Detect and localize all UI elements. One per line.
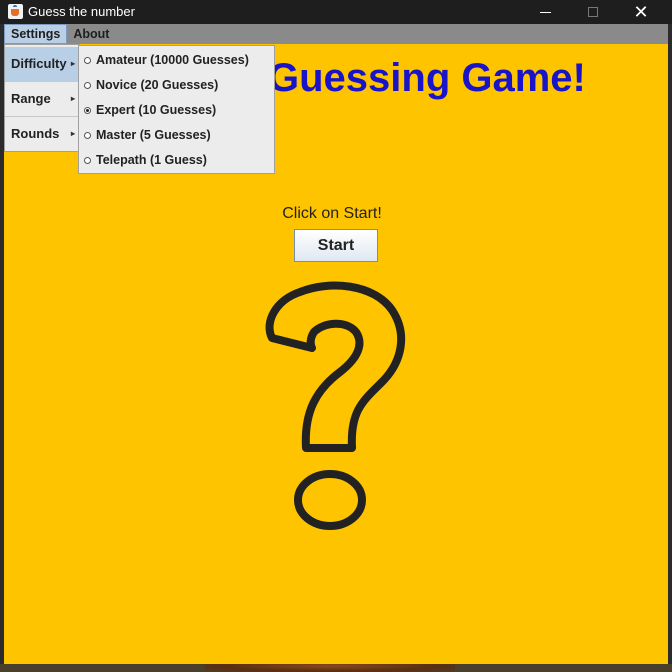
difficulty-option-amateur[interactable]: Amateur (10000 Guesses)	[79, 48, 274, 73]
submenu-arrow-icon: ▸	[70, 129, 75, 138]
window-title: Guess the number	[28, 4, 135, 19]
minimize-icon	[539, 11, 551, 13]
difficulty-option-telepath[interactable]: Telepath (1 Guess)	[79, 148, 274, 173]
difficulty-option-label: Novice (20 Guesses)	[96, 78, 219, 92]
settings-item-rounds[interactable]: Rounds ▸	[5, 117, 79, 151]
radio-selected-icon	[84, 107, 91, 114]
difficulty-option-label: Telepath (1 Guess)	[96, 153, 207, 167]
java-app-icon	[8, 4, 23, 19]
menu-bar: Settings About	[4, 24, 668, 44]
close-button[interactable]: ✕	[618, 0, 664, 24]
radio-icon	[84, 82, 91, 89]
settings-item-difficulty[interactable]: Difficulty ▸	[5, 47, 79, 81]
title-bar[interactable]: Guess the number ✕	[0, 0, 672, 24]
start-button[interactable]: Start	[294, 229, 378, 262]
close-icon: ✕	[633, 2, 649, 22]
settings-item-range[interactable]: Range ▸	[5, 82, 79, 116]
radio-icon	[84, 57, 91, 64]
game-title: Guessing Game!	[268, 56, 586, 100]
menu-settings[interactable]: Settings	[4, 24, 68, 44]
difficulty-option-expert[interactable]: Expert (10 Guesses)	[79, 98, 274, 123]
submenu-arrow-icon: ▸	[70, 59, 75, 68]
start-prompt: Click on Start!	[282, 205, 382, 222]
minimize-button[interactable]	[522, 0, 568, 24]
settings-item-label: Difficulty	[11, 56, 67, 71]
difficulty-option-label: Master (5 Guesses)	[96, 128, 211, 142]
difficulty-option-label: Amateur (10000 Guesses)	[96, 53, 249, 67]
difficulty-option-novice[interactable]: Novice (20 Guesses)	[79, 73, 274, 98]
radio-icon	[84, 157, 91, 164]
question-mark-icon	[265, 281, 406, 530]
maximize-button[interactable]	[570, 0, 616, 24]
radio-icon	[84, 132, 91, 139]
difficulty-option-label: Expert (10 Guesses)	[96, 103, 217, 117]
settings-item-label: Range	[11, 91, 51, 106]
settings-dropdown: Difficulty ▸ Range ▸ Rounds ▸	[4, 44, 80, 152]
settings-item-label: Rounds	[11, 126, 60, 141]
submenu-arrow-icon: ▸	[70, 94, 75, 103]
difficulty-submenu: Amateur (10000 Guesses) Novice (20 Guess…	[78, 45, 275, 174]
difficulty-option-master[interactable]: Master (5 Guesses)	[79, 123, 274, 148]
maximize-icon	[588, 7, 598, 17]
menu-about[interactable]: About	[67, 24, 115, 44]
app-window: Guess the number ✕ Settings About Guessi…	[0, 0, 672, 664]
